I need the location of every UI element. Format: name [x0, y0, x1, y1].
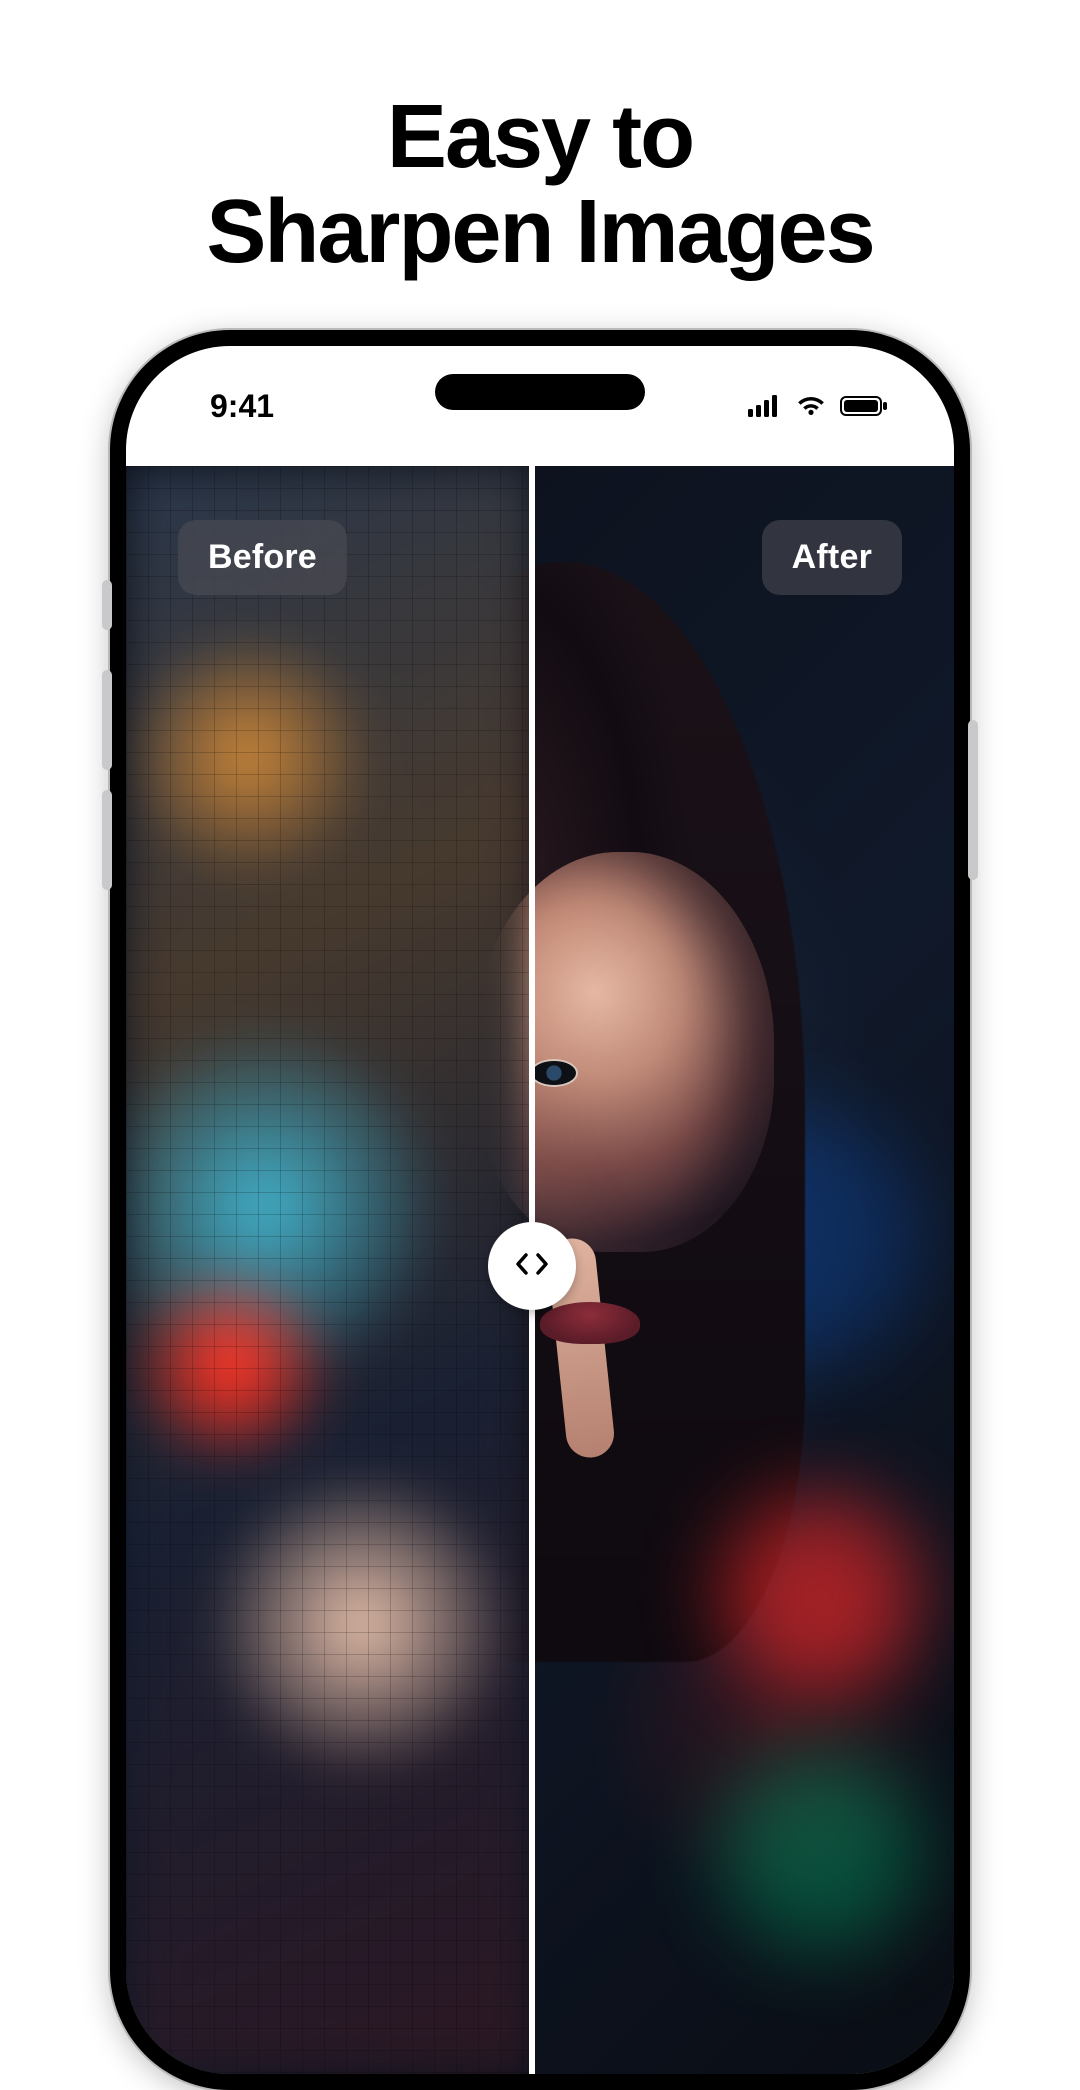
- phone-volume-up: [102, 670, 112, 770]
- status-icons: [748, 388, 888, 425]
- portrait-lips: [540, 1302, 640, 1344]
- status-bar: 9:41: [126, 346, 954, 466]
- marketing-headline: Easy to Sharpen Images: [0, 0, 1080, 279]
- after-label: After: [762, 520, 902, 595]
- pixelation-overlay: [126, 466, 532, 2074]
- bokeh: [721, 1495, 921, 1695]
- headline-line-2: Sharpen Images: [0, 185, 1080, 280]
- phone-power-button: [968, 720, 978, 880]
- battery-icon: [840, 388, 888, 425]
- image-compare-viewport: Before After: [126, 466, 954, 2074]
- status-time: 9:41: [210, 388, 274, 425]
- before-image: [126, 466, 532, 2074]
- phone-screen: 9:41: [126, 346, 954, 2074]
- compare-arrows-icon: [510, 1249, 554, 1284]
- bokeh: [721, 1752, 921, 1952]
- signal-icon: [748, 388, 782, 425]
- compare-slider-handle[interactable]: [488, 1222, 576, 1310]
- portrait-eye: [532, 1061, 576, 1085]
- phone-mute-switch: [102, 580, 112, 630]
- phone-volume-down: [102, 790, 112, 890]
- before-label: Before: [178, 520, 347, 595]
- phone-frame: 9:41: [110, 330, 970, 2090]
- headline-line-1: Easy to: [0, 90, 1080, 185]
- wifi-icon: [796, 388, 826, 425]
